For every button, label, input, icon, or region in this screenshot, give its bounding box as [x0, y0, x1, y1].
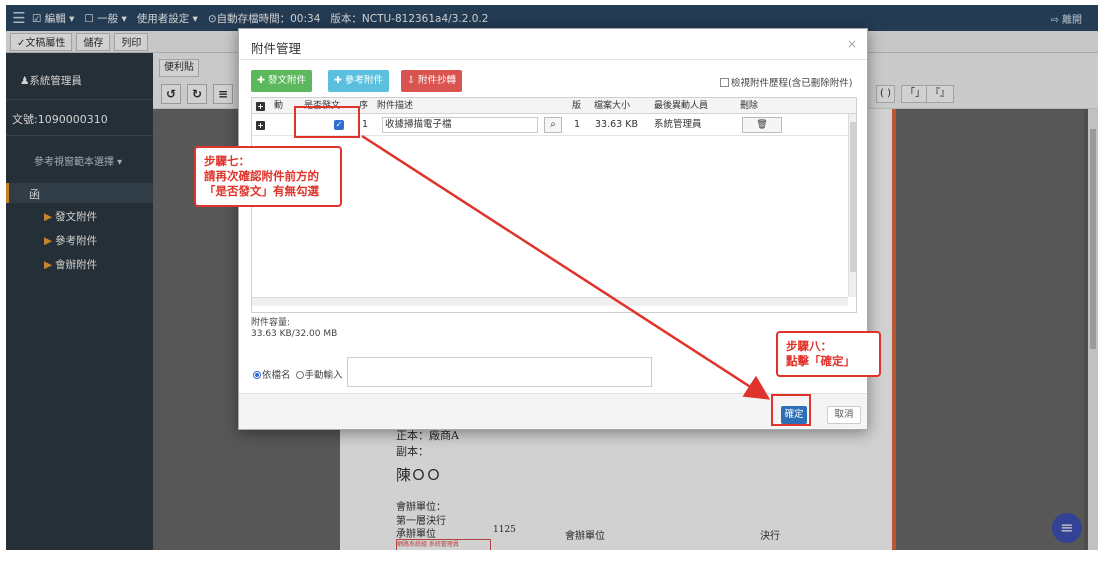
annotation-arrow: [361, 134, 771, 400]
step8-line: 點擊「確定」: [786, 354, 855, 368]
step8-line: 步驟八：: [786, 339, 832, 353]
step7-line: 「是否發文」有無勾選: [204, 184, 319, 198]
step7-callout: 步驟七： 請再次確認附件前方的 「是否發文」有無勾選: [194, 146, 342, 207]
step7-line: 步驟七：: [204, 154, 250, 168]
step8-callout: 步驟八： 點擊「確定」: [776, 331, 881, 377]
step7-line: 請再次確認附件前方的: [204, 169, 319, 183]
app-window: ☰ ☑ 編輯 ▾ ☐ 一般 ▾ 使用者設定 ▾ ⊙自動存檔時間：00:34 版本…: [6, 5, 1098, 550]
